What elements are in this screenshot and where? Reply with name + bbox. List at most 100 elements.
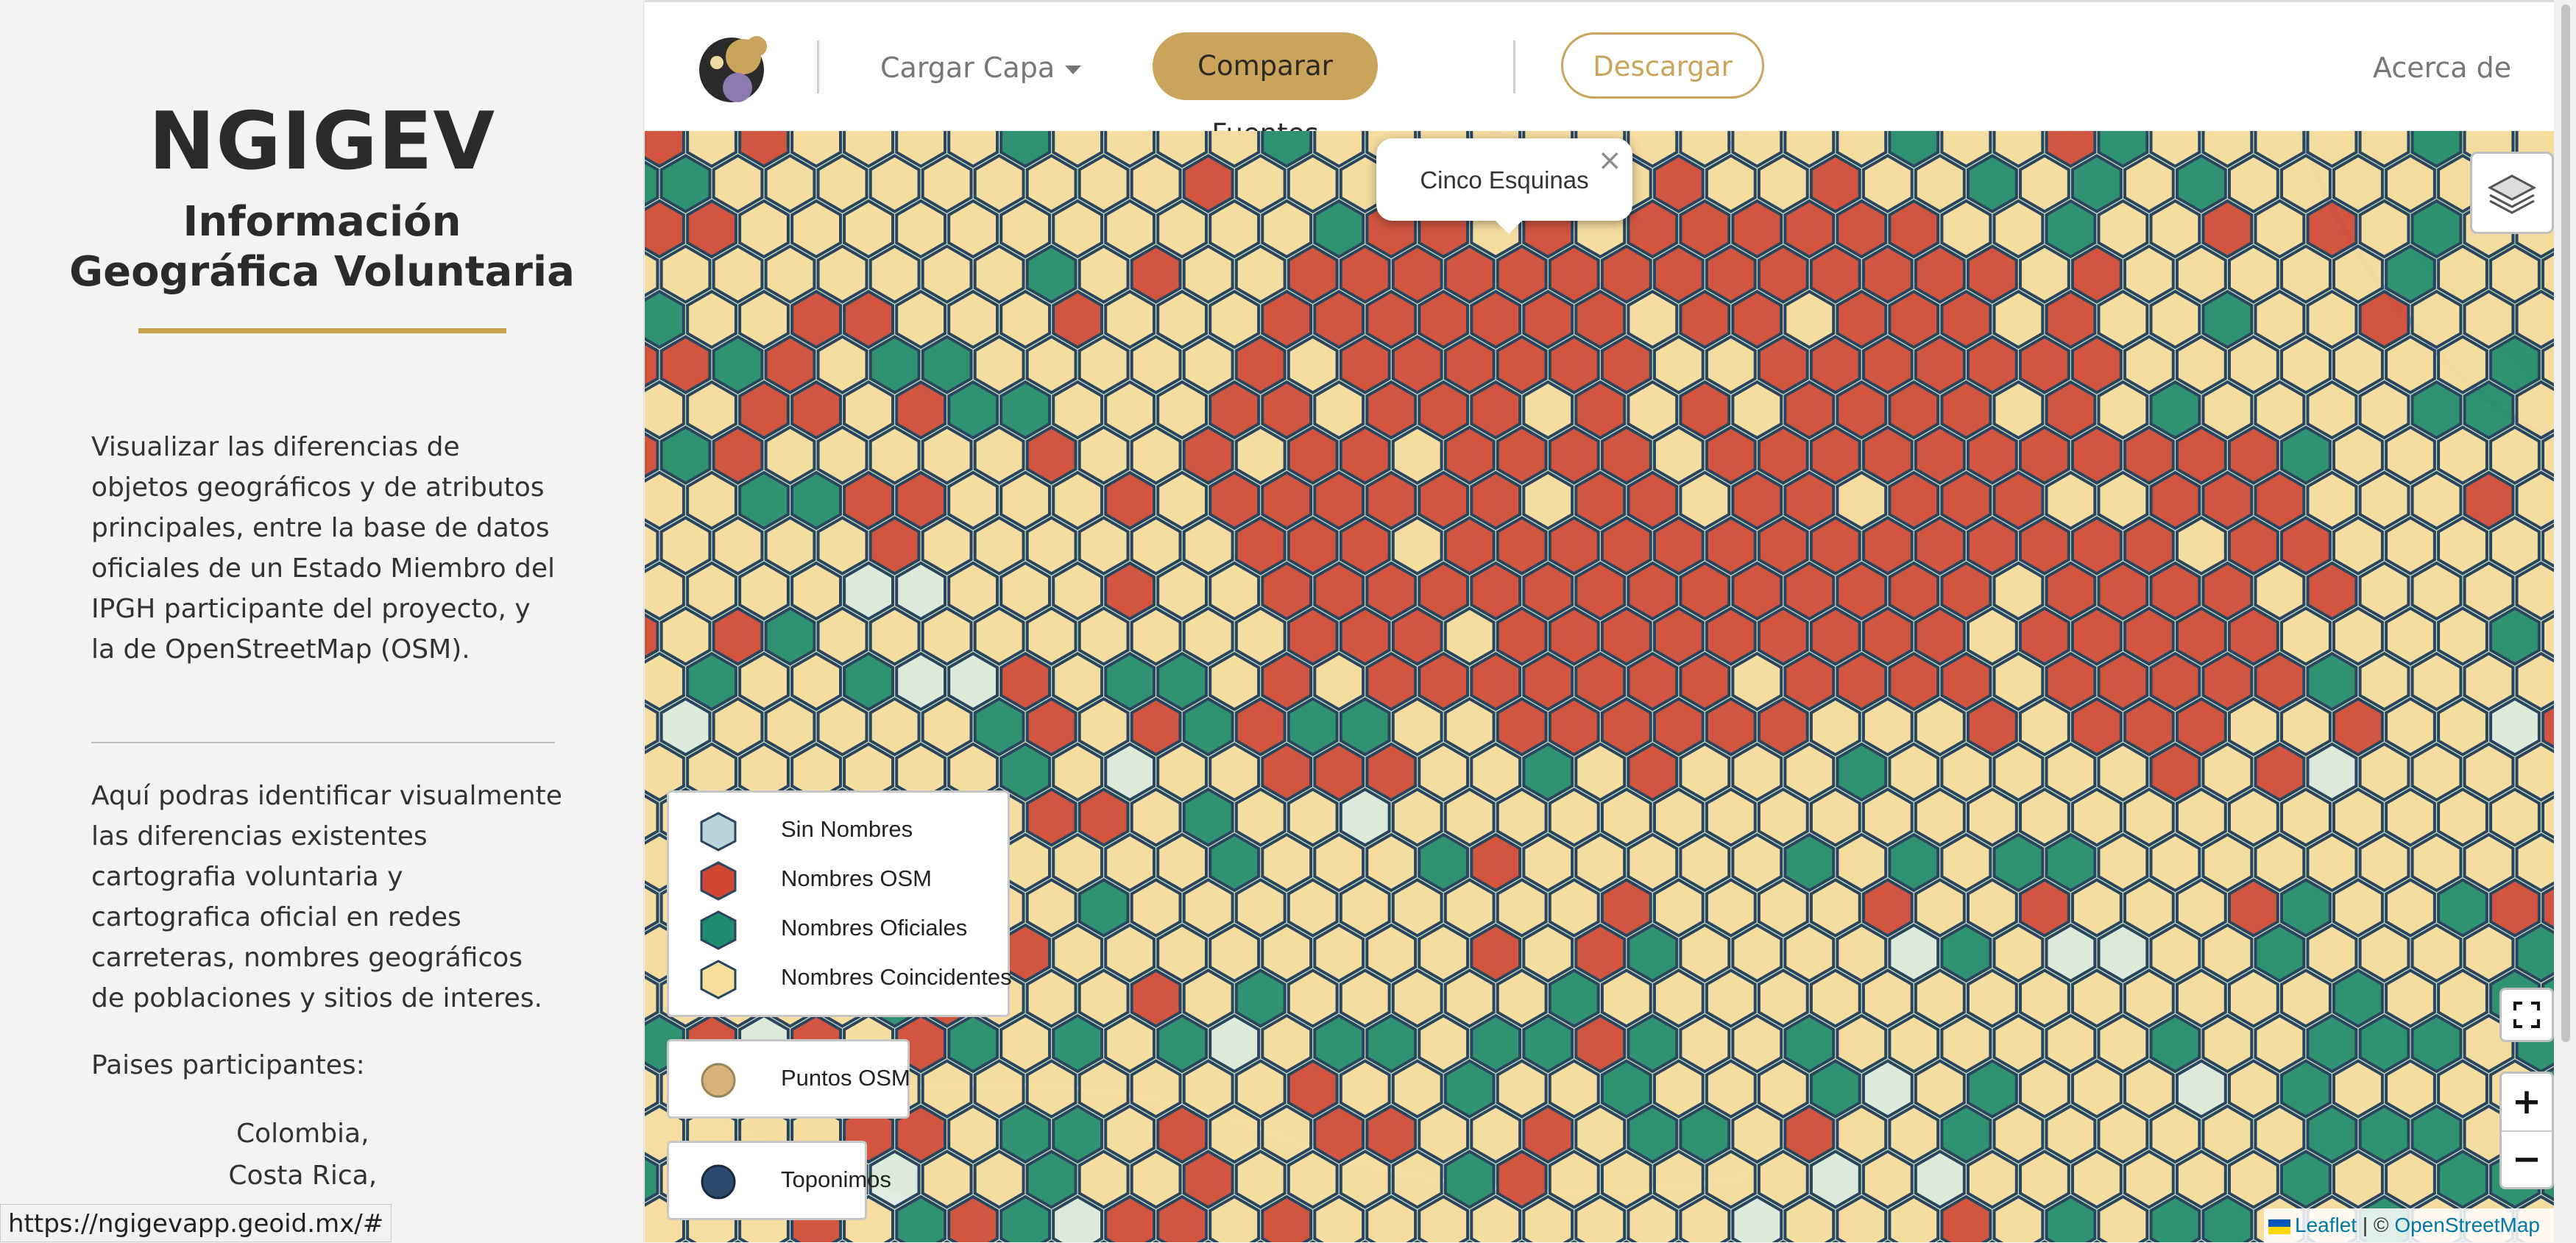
hexbin-cell[interactable] (1783, 561, 1836, 621)
hexbin-cell[interactable] (1574, 832, 1627, 893)
hexbin-cell[interactable] (2306, 380, 2358, 440)
hexbin-cell[interactable] (947, 289, 999, 350)
hexbin-cell[interactable] (1522, 1104, 1574, 1164)
hexbin-cell[interactable] (764, 425, 816, 485)
hexbin-cell[interactable] (1025, 335, 1078, 394)
hexbin-cell[interactable] (1418, 289, 1470, 350)
hexbin-cell[interactable] (1757, 1150, 1809, 1209)
hexbin-cell[interactable] (1731, 289, 1783, 350)
hexbin-cell[interactable] (1339, 697, 1391, 757)
hexbin-cell[interactable] (2385, 697, 2436, 757)
hexbin-cell[interactable] (1809, 1150, 1861, 1209)
hexbin-cell[interactable] (2201, 742, 2254, 802)
hexbin-cell[interactable] (1600, 335, 1652, 394)
hexbin-cell[interactable] (2280, 787, 2332, 847)
hexbin-cell[interactable] (2437, 244, 2488, 304)
hexbin-cell[interactable] (659, 244, 712, 304)
hexbin-cell[interactable] (1600, 516, 1652, 576)
hexbin-cell[interactable] (2332, 1059, 2384, 1119)
hexbin-cell[interactable] (2123, 878, 2175, 938)
hexbin-cell[interactable] (1182, 968, 1234, 1028)
hexbin-cell[interactable] (764, 697, 816, 757)
hexbin-cell[interactable] (1078, 425, 1130, 485)
hexbin-cell[interactable] (2019, 787, 2070, 847)
hexbin-cell[interactable] (1287, 968, 1339, 1028)
hexbin-cell[interactable] (2332, 516, 2384, 576)
hexbin-cell[interactable] (2149, 832, 2201, 893)
hexbin-cell[interactable] (868, 335, 921, 394)
hexbin-cell[interactable] (1365, 289, 1418, 350)
hexbin-cell[interactable] (1470, 742, 1522, 802)
hexbin-cell[interactable] (686, 199, 737, 259)
hexbin-cell[interactable] (1130, 787, 1182, 847)
hexbin-cell[interactable] (1861, 244, 1914, 304)
hexbin-cell[interactable] (764, 606, 816, 666)
hexbin-cell[interactable] (921, 425, 973, 485)
hexbin-cell[interactable] (1967, 1059, 2018, 1119)
hexbin-cell[interactable] (1888, 1013, 1940, 1074)
hexbin-cell[interactable] (2097, 199, 2149, 259)
hexbin-cell[interactable] (1496, 787, 1548, 847)
hexbin-cell[interactable] (1888, 832, 1940, 893)
hexbin-cell[interactable] (2045, 651, 2097, 712)
hexbin-cell[interactable] (645, 289, 685, 350)
hexbin-cell[interactable] (1627, 832, 1679, 893)
hexbin-cell[interactable] (2123, 425, 2175, 485)
hexbin-cell[interactable] (1967, 606, 2018, 666)
hexbin-cell[interactable] (1104, 832, 1156, 893)
hexbin-cell[interactable] (1548, 244, 1600, 304)
hexbin-cell[interactable] (1470, 832, 1522, 893)
hexbin-cell[interactable] (2045, 742, 2097, 802)
hexbin-cell[interactable] (1679, 832, 1731, 893)
hexbin-cell[interactable] (1261, 199, 1313, 259)
hexbin-cell[interactable] (999, 380, 1051, 440)
hexbin-cell[interactable] (2280, 968, 2332, 1028)
hexbin-cell[interactable] (1861, 335, 1914, 394)
hexbin-cell[interactable] (816, 697, 868, 757)
hexbin-cell[interactable] (921, 154, 973, 213)
hexbin-cell[interactable] (1339, 335, 1391, 394)
hexbin-cell[interactable] (1025, 697, 1078, 757)
hexbin-cell[interactable] (1967, 1150, 2018, 1209)
hexbin-cell[interactable] (1627, 742, 1679, 802)
hexbin-cell[interactable] (1261, 832, 1313, 893)
hexbin-cell[interactable] (1234, 968, 1287, 1028)
hexbin-cell[interactable] (1339, 425, 1391, 485)
hexbin-cell[interactable] (1261, 923, 1313, 983)
hexbin-cell[interactable] (1496, 878, 1548, 938)
hexbin-cell[interactable] (921, 335, 973, 394)
hexbin-cell[interactable] (2385, 787, 2436, 847)
hexbin-cell[interactable] (1234, 425, 1287, 485)
hexbin-cell[interactable] (1025, 968, 1078, 1028)
hexbin-cell[interactable] (2437, 697, 2488, 757)
hexbin-cell[interactable] (1104, 470, 1156, 531)
hexbin-cell[interactable] (2149, 923, 2201, 983)
hexbin-cell[interactable] (2489, 516, 2541, 576)
hexbin-cell[interactable] (1261, 380, 1313, 440)
hexbin-cell[interactable] (1443, 335, 1496, 394)
hexbin-cell[interactable] (895, 380, 946, 440)
hexbin-cell[interactable] (2019, 606, 2070, 666)
hexbin-cell[interactable] (1443, 606, 1496, 666)
hexbin-cell[interactable] (1078, 516, 1130, 576)
hexbin-cell[interactable] (1496, 516, 1548, 576)
hexbin-cell[interactable] (1130, 516, 1182, 576)
hexbin-cell[interactable] (1313, 289, 1365, 350)
hexbin-cell[interactable] (2228, 516, 2279, 576)
hexbin-cell[interactable] (868, 606, 921, 666)
hexbin-cell[interactable] (1809, 878, 1861, 938)
hexbin-cell[interactable] (2019, 1059, 2070, 1119)
hexbin-cell[interactable] (2358, 199, 2410, 259)
hexbin-cell[interactable] (1967, 425, 2018, 485)
hexbin-cell[interactable] (1783, 832, 1836, 893)
hexbin-cell[interactable] (973, 425, 1025, 485)
hexbin-cell[interactable] (2019, 697, 2070, 757)
hexbin-cell[interactable] (1418, 923, 1470, 983)
hexbin-cell[interactable] (1391, 1150, 1443, 1209)
hexbin-cell[interactable] (790, 651, 842, 712)
hexbin-cell[interactable] (712, 425, 764, 485)
hexbin-cell[interactable] (1574, 470, 1627, 531)
hexbin-cell[interactable] (1234, 878, 1287, 938)
hexbin-cell[interactable] (2385, 968, 2436, 1028)
hexbin-cell[interactable] (2332, 787, 2384, 847)
